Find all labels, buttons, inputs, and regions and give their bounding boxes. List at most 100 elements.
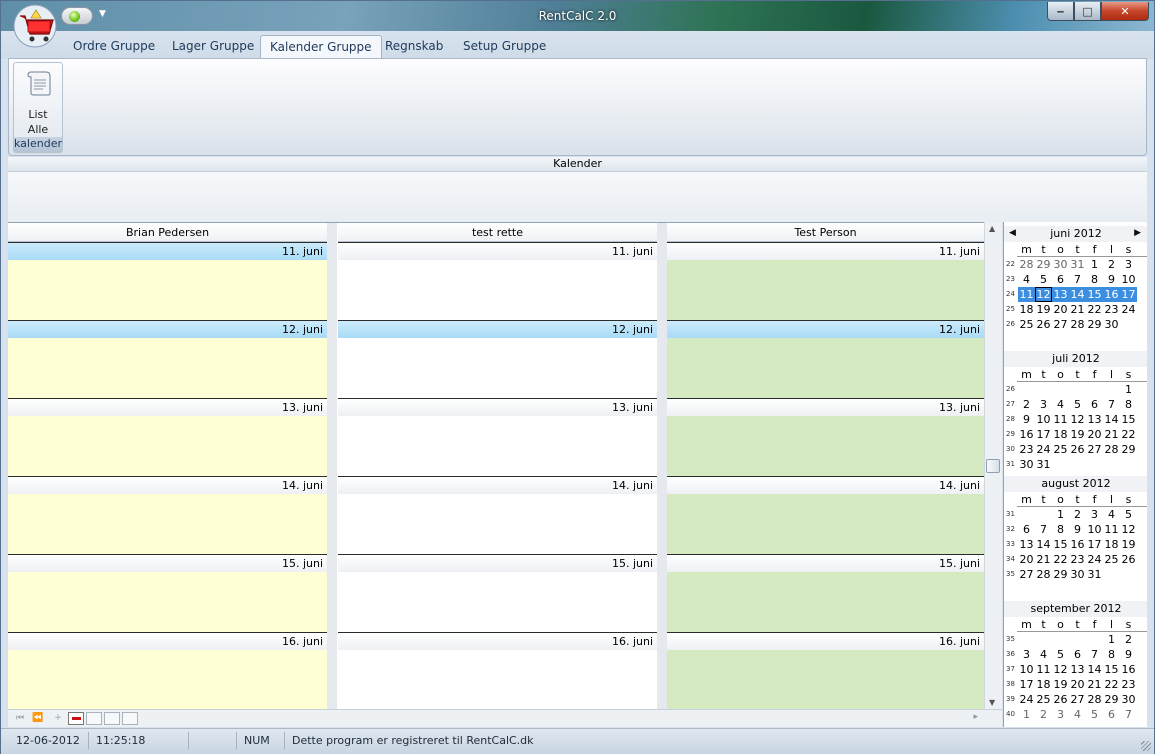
day-cell[interactable]: 13. juni bbox=[667, 398, 984, 476]
mini-day[interactable]: 22 bbox=[1086, 302, 1103, 317]
mini-day[interactable]: 30 bbox=[1120, 692, 1137, 707]
mini-day[interactable]: 15 bbox=[1120, 412, 1137, 427]
mini-day[interactable]: 16 bbox=[1069, 537, 1086, 552]
mini-day[interactable]: 27 bbox=[1052, 317, 1069, 332]
mini-day[interactable]: 28 bbox=[1069, 317, 1086, 332]
mini-day[interactable]: 29 bbox=[1120, 442, 1137, 457]
day-header[interactable]: 12. juni bbox=[667, 320, 984, 338]
mini-day[interactable]: 19 bbox=[1069, 427, 1086, 442]
day-header[interactable]: 12. juni bbox=[8, 320, 327, 338]
mini-day[interactable]: 29 bbox=[1052, 567, 1069, 582]
mini-day[interactable]: 22 bbox=[1120, 427, 1137, 442]
quick-access-toolbar[interactable] bbox=[61, 7, 93, 25]
mini-day[interactable]: 20 bbox=[1052, 302, 1069, 317]
day-cell[interactable]: 14. juni bbox=[667, 476, 984, 554]
first-record-icon[interactable]: ⏮ bbox=[12, 712, 28, 725]
mini-day[interactable]: 25 bbox=[1035, 692, 1052, 707]
mini-day[interactable]: 21 bbox=[1086, 677, 1103, 692]
resource-header[interactable]: Test Person bbox=[667, 223, 984, 242]
mini-day[interactable]: 16 bbox=[1018, 427, 1035, 442]
mini-day[interactable]: 24 bbox=[1120, 302, 1137, 317]
app-logo-cart-icon[interactable] bbox=[11, 4, 59, 49]
mini-day[interactable]: 16 bbox=[1120, 662, 1137, 677]
vertical-scrollbar[interactable]: ▲ ▼ bbox=[984, 222, 1002, 709]
mini-day[interactable]: 25 bbox=[1103, 552, 1120, 567]
add-record-icon[interactable]: + bbox=[50, 712, 66, 725]
day-header[interactable]: 15. juni bbox=[338, 554, 657, 572]
day-body[interactable] bbox=[667, 338, 984, 398]
mini-day[interactable]: 3 bbox=[1120, 257, 1137, 272]
day-body[interactable] bbox=[8, 494, 327, 554]
mini-day[interactable]: 25 bbox=[1018, 317, 1035, 332]
day-cell[interactable]: 12. juni bbox=[667, 320, 984, 398]
mini-day[interactable]: 19 bbox=[1120, 537, 1137, 552]
mini-day[interactable]: 29 bbox=[1035, 257, 1052, 272]
mini-day[interactable]: 12 bbox=[1035, 287, 1052, 302]
day-body[interactable] bbox=[667, 494, 984, 554]
day-body[interactable] bbox=[338, 260, 657, 320]
mini-day[interactable]: 19 bbox=[1035, 302, 1052, 317]
day-header[interactable]: 13. juni bbox=[8, 398, 327, 416]
mini-day[interactable]: 2 bbox=[1035, 707, 1052, 722]
title-bar[interactable]: RentCalC 2.0 ▼ ‒ □ ✕ bbox=[1, 1, 1154, 31]
mini-day[interactable]: 8 bbox=[1120, 397, 1137, 412]
mini-day[interactable]: 15 bbox=[1052, 537, 1069, 552]
mini-day[interactable]: 9 bbox=[1103, 272, 1120, 287]
mini-day[interactable]: 4 bbox=[1103, 507, 1120, 522]
mini-day[interactable]: 17 bbox=[1018, 677, 1035, 692]
mini-day[interactable]: 5 bbox=[1120, 507, 1137, 522]
mini-day[interactable]: 9 bbox=[1120, 647, 1137, 662]
mini-day[interactable]: 26 bbox=[1120, 552, 1137, 567]
day-header[interactable]: 14. juni bbox=[338, 476, 657, 494]
day-header[interactable]: 16. juni bbox=[338, 632, 657, 650]
mini-day[interactable]: 28 bbox=[1086, 692, 1103, 707]
mini-day[interactable]: 6 bbox=[1086, 397, 1103, 412]
day-cell[interactable]: 12. juni bbox=[338, 320, 657, 398]
mini-day[interactable]: 20 bbox=[1018, 552, 1035, 567]
mini-day[interactable]: 13 bbox=[1018, 537, 1035, 552]
day-body[interactable] bbox=[338, 416, 657, 476]
day-cell[interactable]: 11. juni bbox=[8, 242, 327, 320]
tab-lager-gruppe[interactable]: Lager Gruppe bbox=[163, 35, 263, 59]
mini-day[interactable]: 2 bbox=[1069, 507, 1086, 522]
mini-day[interactable]: 3 bbox=[1035, 397, 1052, 412]
day-cell[interactable]: 13. juni bbox=[338, 398, 657, 476]
day-header[interactable]: 11. juni bbox=[667, 242, 984, 260]
mini-day[interactable]: 17 bbox=[1086, 537, 1103, 552]
mini-day[interactable]: 5 bbox=[1035, 272, 1052, 287]
mini-day[interactable]: 8 bbox=[1086, 272, 1103, 287]
mini-day[interactable]: 11 bbox=[1103, 522, 1120, 537]
day-body[interactable] bbox=[338, 338, 657, 398]
nav-button-1[interactable] bbox=[86, 712, 102, 725]
next-month-arrow-icon[interactable]: ▶ bbox=[1134, 228, 1141, 238]
day-header[interactable]: 14. juni bbox=[667, 476, 984, 494]
day-cell[interactable]: 12. juni bbox=[8, 320, 327, 398]
mini-day[interactable]: 30 bbox=[1052, 257, 1069, 272]
mini-day[interactable]: 1 bbox=[1052, 507, 1069, 522]
mini-day[interactable]: 14 bbox=[1086, 662, 1103, 677]
list-all-button[interactable]: List Alle bbox=[14, 63, 62, 137]
mini-day[interactable]: 7 bbox=[1035, 522, 1052, 537]
mini-day[interactable]: 4 bbox=[1035, 647, 1052, 662]
previous-record-icon[interactable]: ⏪ bbox=[30, 712, 46, 725]
mini-day[interactable]: 25 bbox=[1052, 442, 1069, 457]
mini-day[interactable]: 23 bbox=[1120, 677, 1137, 692]
mini-day[interactable]: 13 bbox=[1069, 662, 1086, 677]
mini-day[interactable]: 26 bbox=[1052, 692, 1069, 707]
mini-day[interactable]: 20 bbox=[1069, 677, 1086, 692]
mini-day[interactable]: 20 bbox=[1086, 427, 1103, 442]
day-body[interactable] bbox=[667, 650, 984, 709]
mini-day[interactable]: 17 bbox=[1035, 427, 1052, 442]
maximize-button[interactable]: □ bbox=[1074, 2, 1101, 21]
mini-day[interactable]: 3 bbox=[1018, 647, 1035, 662]
mini-day[interactable]: 7 bbox=[1069, 272, 1086, 287]
mini-day[interactable]: 9 bbox=[1069, 522, 1086, 537]
mini-day[interactable]: 4 bbox=[1018, 272, 1035, 287]
mini-day[interactable]: 18 bbox=[1035, 677, 1052, 692]
mini-day[interactable]: 23 bbox=[1103, 302, 1120, 317]
mini-day[interactable]: 24 bbox=[1018, 692, 1035, 707]
mini-day[interactable]: 31 bbox=[1086, 567, 1103, 582]
mini-day[interactable]: 19 bbox=[1052, 677, 1069, 692]
day-body[interactable] bbox=[8, 416, 327, 476]
mini-day[interactable]: 3 bbox=[1052, 707, 1069, 722]
